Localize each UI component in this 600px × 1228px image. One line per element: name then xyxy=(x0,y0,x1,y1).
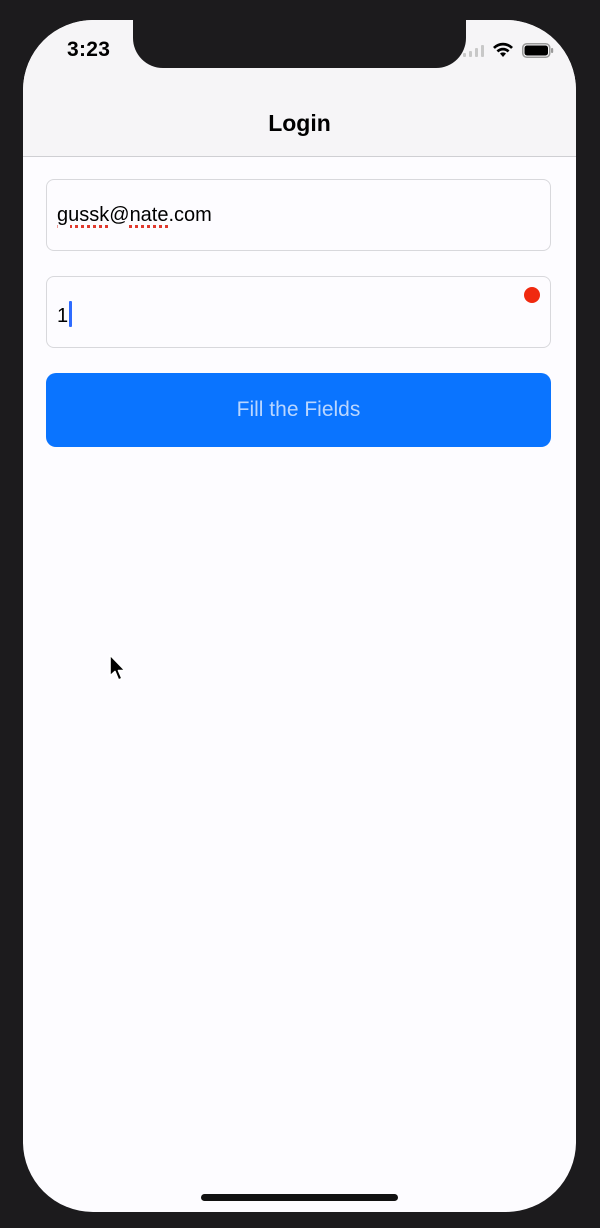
text-cursor xyxy=(69,301,73,327)
device-notch xyxy=(133,20,466,68)
email-part-user: gussk xyxy=(57,204,110,226)
page-title: Login xyxy=(268,110,331,136)
battery-icon xyxy=(522,42,554,58)
email-tld: .com xyxy=(168,204,212,226)
email-part-domain: nate xyxy=(129,204,169,226)
wifi-icon xyxy=(493,42,513,57)
email-at: @ xyxy=(109,204,130,226)
device-frame: Login 3:23 gussk@nate.com 1 Fill the Fie… xyxy=(0,0,600,1228)
status-icons xyxy=(463,42,554,58)
mouse-pointer-icon xyxy=(109,654,126,681)
submit-button[interactable]: Fill the Fields xyxy=(46,373,551,447)
password-value: 1 xyxy=(57,305,69,327)
status-time: 3:23 xyxy=(67,38,111,61)
app-screen: Login 3:23 gussk@nate.com 1 Fill the Fie… xyxy=(23,20,576,1212)
email-field[interactable]: gussk@nate.com xyxy=(46,179,551,251)
home-indicator[interactable] xyxy=(201,1194,398,1201)
record-dot-icon xyxy=(524,287,540,303)
password-value-wrap: 1 xyxy=(57,301,73,328)
password-field[interactable]: 1 xyxy=(46,276,551,348)
signal-icon xyxy=(463,44,484,57)
email-value: gussk@nate.com xyxy=(57,204,212,227)
